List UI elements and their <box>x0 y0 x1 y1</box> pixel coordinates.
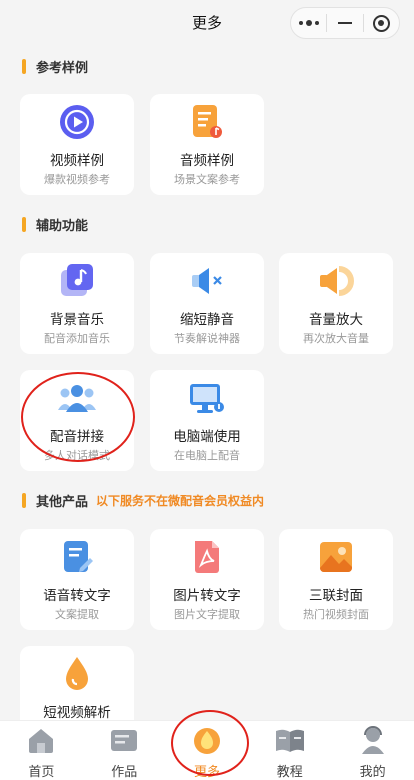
audio-document-icon <box>150 102 264 142</box>
document-edit-icon <box>20 537 134 577</box>
tab-label: 教程 <box>276 765 303 780</box>
pdf-document-icon <box>150 537 264 577</box>
card-cover[interactable]: 三联封面 热门视频封面 <box>279 529 393 630</box>
tab-label: 作品 <box>111 765 138 780</box>
tab-label: 我的 <box>359 765 386 780</box>
card-subtitle: 热门视频封面 <box>303 608 369 621</box>
card-title: 缩短静音 <box>180 312 234 328</box>
annotation-circle <box>171 710 249 776</box>
card-title: 音量放大 <box>309 312 363 328</box>
user-headset-icon <box>331 725 414 755</box>
target-icon <box>372 14 390 32</box>
card-subtitle: 节奏解说神器 <box>174 332 240 345</box>
card-title: 视频样例 <box>50 153 104 169</box>
folder-icon <box>83 725 166 755</box>
card-subtitle: 在电脑上配音 <box>174 449 240 462</box>
annotation-circle <box>21 372 135 462</box>
section-assist-title: 辅助功能 <box>36 219 89 234</box>
card-subtitle: 文案提取 <box>55 608 99 621</box>
monitor-icon <box>150 378 264 418</box>
card-subtitle: 爆款视频参考 <box>44 173 110 186</box>
tab-label: 首页 <box>28 765 55 780</box>
top-bar: 更多 <box>0 0 414 46</box>
book-icon <box>248 725 331 755</box>
more-dots-icon <box>298 20 319 26</box>
section-assist-header: 辅助功能 <box>22 215 88 234</box>
card-volume-up[interactable]: 音量放大 再次放大音量 <box>279 253 393 354</box>
card-title: 电脑端使用 <box>173 429 241 445</box>
section-reference-header: 参考样例 <box>22 57 88 76</box>
section-reference-title: 参考样例 <box>36 61 89 76</box>
card-title: 图片转文字 <box>173 588 241 604</box>
music-note-icon <box>20 261 134 301</box>
card-title: 语音转文字 <box>43 588 111 604</box>
card-subtitle: 场景文案参考 <box>174 173 240 186</box>
speaker-loud-icon <box>279 261 393 301</box>
card-title: 音频样例 <box>180 153 234 169</box>
minimize-button[interactable] <box>327 8 362 38</box>
section-other-header: 其他产品 以下服务不在微配音会员权益内 <box>22 491 264 510</box>
card-trim-silence[interactable]: 缩短静音 节奏解说神器 <box>150 253 264 354</box>
card-image-to-text[interactable]: 图片转文字 图片文字提取 <box>150 529 264 630</box>
tab-tutorial[interactable]: 教程 <box>248 721 331 780</box>
mini-program-capsule <box>290 7 400 39</box>
card-bgm[interactable]: 背景音乐 配音添加音乐 <box>20 253 134 354</box>
minus-icon <box>337 22 352 24</box>
card-pc-use[interactable]: 电脑端使用 在电脑上配音 <box>150 370 264 471</box>
card-video-sample[interactable]: 视频样例 爆款视频参考 <box>20 94 134 195</box>
tab-home[interactable]: 首页 <box>0 721 83 780</box>
play-circle-icon <box>20 102 134 142</box>
card-title: 背景音乐 <box>50 312 104 328</box>
tab-works[interactable]: 作品 <box>83 721 166 780</box>
card-title: 三联封面 <box>309 588 363 604</box>
speaker-mute-icon <box>150 261 264 301</box>
close-button[interactable] <box>364 8 399 38</box>
section-other-note: 以下服务不在微配音会员权益内 <box>96 494 265 508</box>
tab-mine[interactable]: 我的 <box>331 721 414 780</box>
home-icon <box>0 725 83 755</box>
card-speech-to-text[interactable]: 语音转文字 文案提取 <box>20 529 134 630</box>
section-other-title: 其他产品 <box>36 495 89 510</box>
more-menu-button[interactable] <box>291 8 326 38</box>
card-audio-sample[interactable]: 音频样例 场景文案参考 <box>150 94 264 195</box>
card-subtitle: 图片文字提取 <box>174 608 240 621</box>
card-video-parse[interactable]: 短视频解析 <box>20 646 134 721</box>
droplet-icon <box>20 654 134 694</box>
card-title: 短视频解析 <box>43 705 111 721</box>
card-subtitle: 配音添加音乐 <box>44 332 110 345</box>
image-icon <box>279 537 393 577</box>
card-subtitle: 再次放大音量 <box>303 332 369 345</box>
